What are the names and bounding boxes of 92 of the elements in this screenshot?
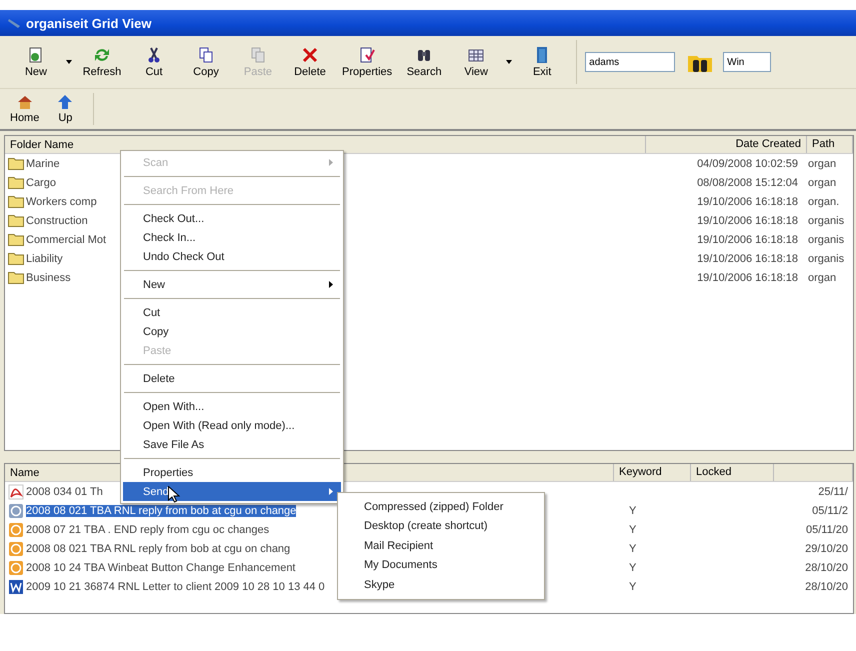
column-header[interactable]: Date Created [646,136,807,153]
app-icon [8,17,22,29]
house-icon [16,94,33,110]
menu-item[interactable]: Mail Recipient [338,536,544,556]
toolbar-button[interactable]: View [450,44,502,80]
menu-item[interactable]: Undo Check Out [123,247,341,266]
menu-item[interactable]: Desktop (create shortcut) [338,516,544,536]
menu-item[interactable]: Delete [123,369,341,388]
keyword-cell-text: Y [628,580,638,592]
toolbar-button[interactable]: Up [45,92,86,126]
menu-item[interactable]: Check Out... [123,209,341,228]
folder-name[interactable]: Liability [26,252,63,264]
column-header[interactable]: Locked [691,464,774,481]
path-cell-text: organis [807,214,846,226]
delete-cross-icon [301,46,319,64]
date-cell-text: 28/10/20 [804,580,849,592]
path-cell-text: organis [807,252,846,264]
date-cell-text: 08/08/2008 15:12:04 [696,176,799,188]
toolbar-button[interactable]: Cut [128,44,180,80]
folder-icon [8,271,24,284]
refresh-arrows-icon [93,46,111,64]
keyword-cell-text: Y [628,524,638,536]
menu-item[interactable]: Cut [123,303,341,322]
toolbar-button[interactable]: Properties [336,44,398,80]
folder-name[interactable]: Cargo [26,176,56,188]
menu-item[interactable]: Skype [338,575,544,594]
date-cell-text: 19/10/2006 16:18:18 [696,272,799,284]
text-field[interactable]: Win [723,52,772,72]
file-name[interactable]: 2009 10 21 36874 RNL Letter to client 2009 10 28 10 13 44 0 [26,580,325,592]
file-name[interactable]: 2008 034 01 Th [26,486,103,498]
file-name[interactable]: 2008 08 021 TBA RNL reply from bob at cgu on chang [26,542,290,554]
window-title: organiseit Grid View [26,16,152,30]
toolbar-button[interactable]: Copy [180,44,232,80]
properties-icon [358,46,376,64]
menu-item[interactable]: Send [123,482,341,501]
date-cell-text: 05/11/20 [804,524,849,536]
folder-name[interactable]: Business [26,272,71,284]
path-cell-text: organ [807,176,838,188]
date-cell-text: 19/10/2006 16:18:18 [696,214,799,226]
menu-item[interactable]: Open With (Read only mode)... [123,416,341,435]
date-cell-text: 28/10/20 [804,562,849,574]
up-arrow-icon [57,94,74,110]
menu-item[interactable]: Save File As [123,435,341,454]
date-cell-text: 19/10/2006 16:18:18 [696,252,799,264]
folder-icon [8,195,24,208]
keyword-cell-text: Y [628,542,638,554]
menu-item[interactable]: Open With... [123,397,341,416]
path-cell-text: organ [807,272,838,284]
copy-icon [197,46,215,64]
date-cell-text: 19/10/2006 16:18:18 [696,234,799,246]
keyword-cell-text: Y [628,504,638,516]
date-cell-text: 04/09/2008 10:02:59 [696,158,799,170]
folder-name[interactable]: Construction [26,214,88,226]
menu-item[interactable]: Check In... [123,228,341,247]
date-cell-text: 25/11/ [817,486,849,498]
toolbar-button[interactable]: Exit [516,44,568,80]
folder-icon [8,233,24,246]
toolbar-button[interactable]: Delete [284,44,336,80]
menu-item[interactable]: Compressed (zipped) Folder [338,497,544,516]
file-name[interactable]: 2008 10 24 TBA Winbeat Button Change Enhancement [26,562,296,574]
word-document-icon [8,578,24,594]
dropdown-arrow-icon[interactable] [66,60,72,64]
search-field[interactable]: adams [585,52,676,72]
date-cell-text: 19/10/2006 16:18:18 [696,196,799,208]
pdf-icon [8,484,24,500]
folder-name[interactable]: Marine [26,158,60,170]
folder-icon [8,157,24,170]
folder-name[interactable]: Workers comp [26,196,97,208]
file-name[interactable]: 2008 07 21 TBA . END reply from cgu oc changes [26,524,270,536]
folder-icon [8,252,24,265]
folder-name[interactable]: Commercial Mot [26,234,106,246]
clipboard-icon [249,46,267,64]
date-cell-text: 29/10/20 [804,542,849,554]
path-cell-text: organis [807,234,846,246]
toolbar-button[interactable]: Home [4,92,46,126]
menu-item[interactable]: Properties [123,463,341,482]
dropdown-arrow-icon[interactable] [506,60,512,64]
keyword-cell-text: Y [628,562,638,574]
file-name[interactable]: 2008 08 021 TBA RNL reply from bob at cgu on change [26,504,296,516]
toolbar-button[interactable]: Refresh [76,44,128,80]
column-header[interactable]: Keyword [614,464,691,481]
menu-item[interactable]: My Documents [338,556,544,575]
column-header[interactable]: Path [807,136,853,153]
path-cell-text: organ [807,158,838,170]
folder-icon [8,176,24,189]
menu-item[interactable]: New [123,275,341,294]
toolbar-button[interactable]: New [10,44,62,80]
date-cell-text: 05/11/2 [811,504,849,516]
folder-icon [8,214,24,227]
path-cell-text: organ. [807,196,840,208]
menu-item[interactable]: Copy [123,322,341,341]
toolbar-button[interactable]: Search [398,44,450,80]
